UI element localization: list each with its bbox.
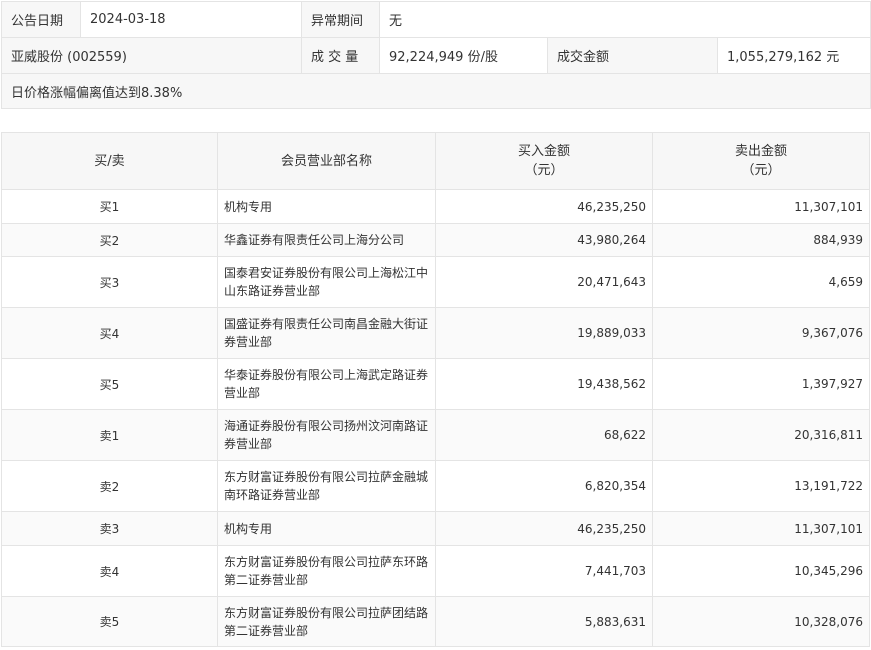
table-row: 卖2 东方财富证券股份有限公司拉萨金融城南环路证券营业部 6,820,354 1… — [1, 460, 870, 512]
table-row: 卖3 机构专用 46,235,250 11,307,101 — [1, 511, 870, 546]
row-side: 买4 — [1, 307, 218, 359]
row-branch-name: 机构专用 — [217, 511, 436, 546]
broker-trades-table: 买/卖 会员营业部名称 买入金额 （元） 卖出金额 （元） 买1 机构专用 46… — [1, 132, 870, 647]
table-row: 卖4 东方财富证券股份有限公司拉萨东环路第二证券营业部 7,441,703 10… — [1, 545, 870, 597]
volume-value: 92,224,949 份/股 — [379, 37, 548, 74]
row-branch-name: 华鑫证券有限责任公司上海分公司 — [217, 223, 436, 257]
stock-info-table: 公告日期 2024-03-18 异常期间 无 亚威股份 (002559) 成 交… — [1, 1, 871, 109]
header-sell-amount-unit: （元） — [741, 163, 781, 178]
info-row-stock: 亚威股份 (002559) 成 交 量 92,224,949 份/股 成交金额 … — [1, 37, 871, 74]
header-branch-name: 会员营业部名称 — [217, 132, 436, 190]
row-buy-amount: 7,441,703 — [435, 545, 653, 597]
announcement-date-value: 2024-03-18 — [80, 1, 302, 38]
row-branch-name: 国盛证券有限责任公司南昌金融大街证券营业部 — [217, 307, 436, 359]
row-side: 买5 — [1, 358, 218, 410]
table-row: 卖5 东方财富证券股份有限公司拉萨团结路第二证券营业部 5,883,631 10… — [1, 596, 870, 647]
abnormal-period-label: 异常期间 — [301, 1, 380, 38]
row-buy-amount: 19,889,033 — [435, 307, 653, 359]
row-sell-amount: 13,191,722 — [652, 460, 870, 512]
row-buy-amount: 5,883,631 — [435, 596, 653, 647]
header-sell-amount: 卖出金额 （元） — [652, 132, 870, 190]
info-row-date: 公告日期 2024-03-18 异常期间 无 — [1, 1, 871, 38]
row-sell-amount: 10,345,296 — [652, 545, 870, 597]
row-side: 买3 — [1, 256, 218, 308]
row-buy-amount: 6,820,354 — [435, 460, 653, 512]
table-row: 买4 国盛证券有限责任公司南昌金融大街证券营业部 19,889,033 9,36… — [1, 307, 870, 359]
row-buy-amount: 20,471,643 — [435, 256, 653, 308]
row-side: 卖1 — [1, 409, 218, 461]
table-row: 买5 华泰证券股份有限公司上海武定路证券营业部 19,438,562 1,397… — [1, 358, 870, 410]
header-sell-amount-title: 卖出金额 — [734, 144, 787, 159]
table-row: 买1 机构专用 46,235,250 11,307,101 — [1, 189, 870, 224]
listing-reason: 日价格涨幅偏离值达到8.38% — [1, 73, 871, 109]
table-row: 买3 国泰君安证券股份有限公司上海松江中山东路证券营业部 20,471,643 … — [1, 256, 870, 308]
row-sell-amount: 10,328,076 — [652, 596, 870, 647]
row-side: 卖4 — [1, 545, 218, 597]
turnover-amount-value: 1,055,279,162 元 — [717, 37, 871, 74]
row-buy-amount: 43,980,264 — [435, 223, 653, 257]
row-sell-amount: 9,367,076 — [652, 307, 870, 359]
row-side: 买1 — [1, 189, 218, 224]
turnover-amount-label: 成交金额 — [547, 37, 718, 74]
table-row: 卖1 海通证券股份有限公司扬州汶河南路证券营业部 68,622 20,316,8… — [1, 409, 870, 461]
table-header-row: 买/卖 会员营业部名称 买入金额 （元） 卖出金额 （元） — [1, 132, 870, 190]
row-branch-name: 东方财富证券股份有限公司拉萨金融城南环路证券营业部 — [217, 460, 436, 512]
header-buy-amount-unit: （元） — [524, 163, 564, 178]
row-branch-name: 国泰君安证券股份有限公司上海松江中山东路证券营业部 — [217, 256, 436, 308]
volume-label: 成 交 量 — [301, 37, 380, 74]
row-buy-amount: 46,235,250 — [435, 511, 653, 546]
row-branch-name: 海通证券股份有限公司扬州汶河南路证券营业部 — [217, 409, 436, 461]
row-side: 卖5 — [1, 596, 218, 647]
row-branch-name: 东方财富证券股份有限公司拉萨团结路第二证券营业部 — [217, 596, 436, 647]
info-row-reason: 日价格涨幅偏离值达到8.38% — [1, 73, 871, 109]
row-branch-name: 机构专用 — [217, 189, 436, 224]
row-branch-name: 华泰证券股份有限公司上海武定路证券营业部 — [217, 358, 436, 410]
row-sell-amount: 20,316,811 — [652, 409, 870, 461]
row-sell-amount: 11,307,101 — [652, 511, 870, 546]
row-sell-amount: 11,307,101 — [652, 189, 870, 224]
row-sell-amount: 1,397,927 — [652, 358, 870, 410]
row-buy-amount: 68,622 — [435, 409, 653, 461]
stock-name-code: 亚威股份 (002559) — [1, 37, 302, 74]
row-side: 卖2 — [1, 460, 218, 512]
row-buy-amount: 19,438,562 — [435, 358, 653, 410]
row-sell-amount: 4,659 — [652, 256, 870, 308]
table-row: 买2 华鑫证券有限责任公司上海分公司 43,980,264 884,939 — [1, 223, 870, 257]
row-side: 买2 — [1, 223, 218, 257]
row-sell-amount: 884,939 — [652, 223, 870, 257]
header-buy-amount: 买入金额 （元） — [435, 132, 653, 190]
announcement-date-label: 公告日期 — [1, 1, 81, 38]
abnormal-period-value: 无 — [379, 1, 871, 38]
row-side: 卖3 — [1, 511, 218, 546]
header-buy-amount-title: 买入金额 — [517, 144, 570, 159]
row-branch-name: 东方财富证券股份有限公司拉萨东环路第二证券营业部 — [217, 545, 436, 597]
row-buy-amount: 46,235,250 — [435, 189, 653, 224]
header-side: 买/卖 — [1, 132, 218, 190]
